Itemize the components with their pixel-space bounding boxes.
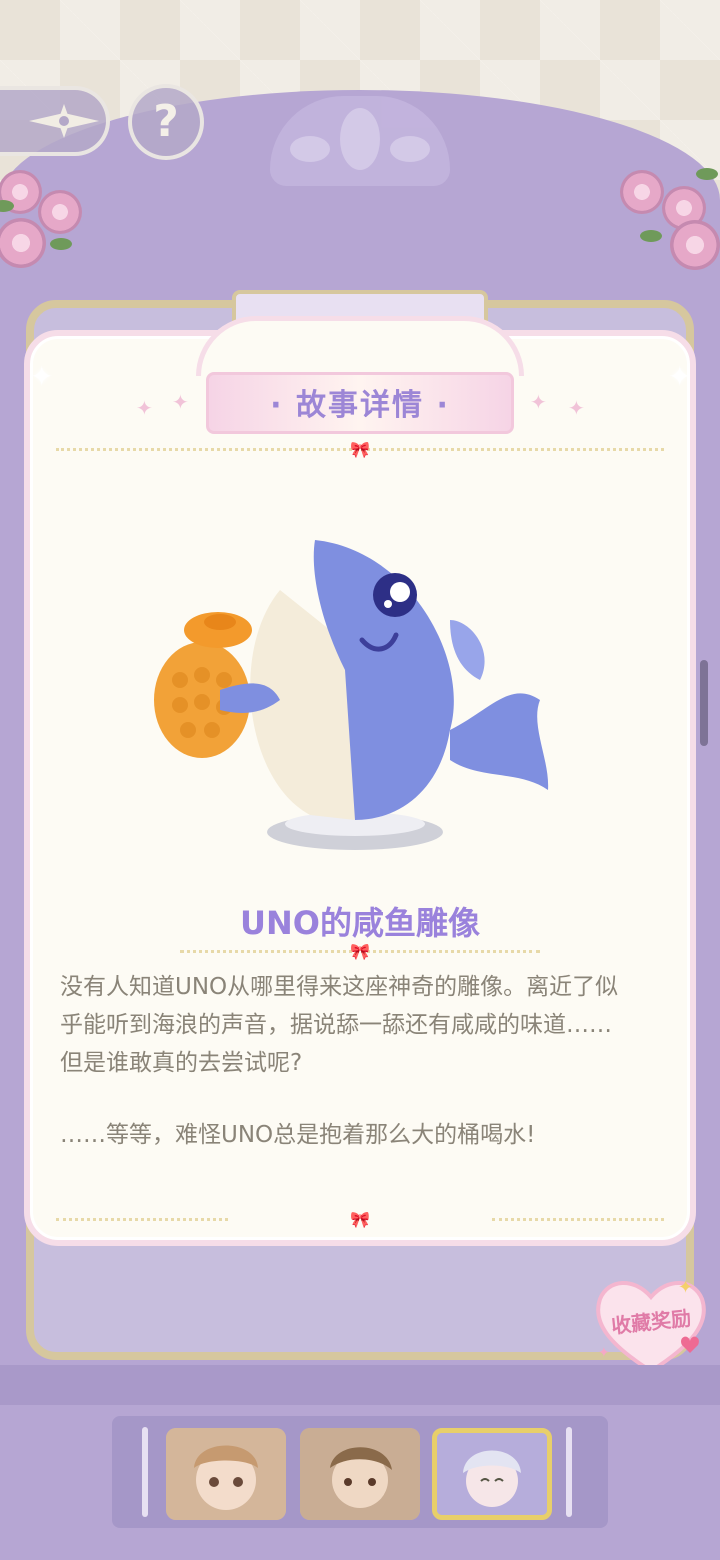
question-mark-icon: ? [153, 96, 179, 147]
divider [492, 1218, 664, 1221]
selector-divider [142, 1427, 148, 1517]
selector-divider [566, 1427, 572, 1517]
item-description-line: 没有人知道UNO从哪里得来这座神奇的雕像。离近了似 [60, 974, 619, 1000]
sparkle-icon: ✦ [668, 360, 692, 393]
svg-text:✦: ✦ [678, 1277, 693, 1298]
flower-decoration-right [600, 160, 720, 270]
item-name: UNO的咸鱼雕像 [240, 904, 480, 942]
compass-arrow-icon [29, 104, 99, 138]
help-button[interactable]: ? [128, 84, 204, 160]
scrollbar[interactable] [700, 660, 708, 746]
svg-text:✦: ✦ [598, 1345, 610, 1361]
bow-icon: 🎀 [350, 942, 370, 961]
item-description-line: 但是谁敢真的去尝试呢? [60, 1050, 303, 1076]
bow-icon: 🎀 [350, 1210, 370, 1229]
flower-decoration-left [0, 160, 120, 270]
sparkle-icon: ✦ [530, 390, 547, 414]
salted-fish-statue-image [150, 530, 570, 860]
sparkle-icon: ✦ [172, 390, 189, 414]
sparkle-icon: ✦ [568, 396, 585, 420]
item-description-line: ……等等，难怪UNO总是抱着那么大的桶喝水! [60, 1122, 536, 1148]
back-button[interactable] [0, 86, 110, 156]
item-description-line: 乎能听到海浪的声音，据说舔一舔还有咸咸的味道…… [60, 1012, 612, 1038]
sparkle-icon: ✦ [136, 396, 153, 420]
divider [56, 1218, 228, 1221]
character-boy-portrait[interactable] [300, 1428, 420, 1520]
card-arch-decoration [196, 316, 524, 376]
character-girl-portrait[interactable] [166, 1428, 286, 1520]
bow-icon: 🎀 [350, 440, 370, 459]
sparkle-icon: ✦ [30, 360, 54, 393]
cabinet-shelf [0, 1365, 720, 1405]
card-title: · 故事详情 · [270, 388, 450, 423]
character-uno-portrait[interactable] [432, 1428, 552, 1520]
